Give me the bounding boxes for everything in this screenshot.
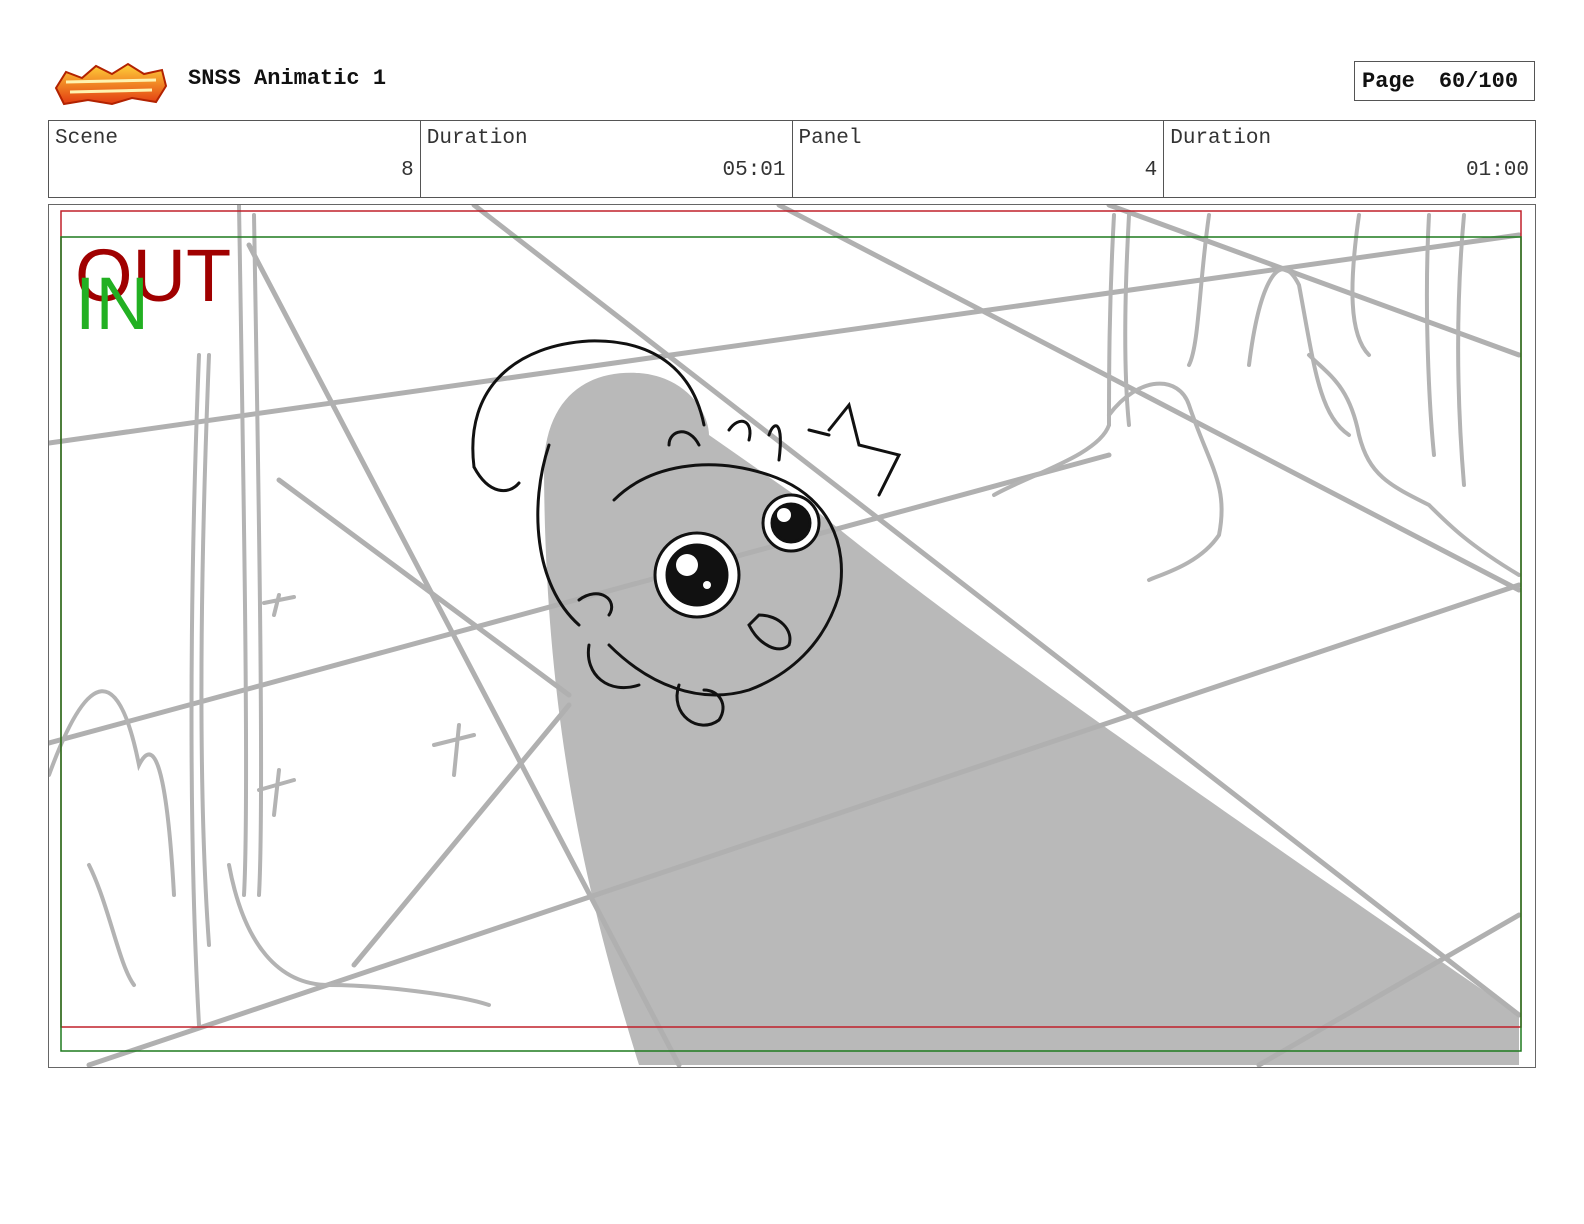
scene-value: 8: [401, 159, 414, 182]
scene-duration-cell: Duration 05:01: [421, 121, 793, 197]
panel-duration-label: Duration: [1170, 127, 1272, 150]
storyboard-panel: OUT IN: [48, 204, 1536, 1068]
panel-drawing: [49, 205, 1522, 1067]
scene-label: Scene: [55, 127, 119, 150]
panel-duration-cell: Duration 01:00: [1164, 121, 1535, 197]
show-logo-icon: [52, 58, 170, 108]
scene-info-table: Scene 8 Duration 05:01 Panel 4 Duration …: [48, 120, 1536, 198]
scene-duration-value: 05:01: [722, 159, 786, 182]
page-number: 60/100: [1438, 68, 1519, 94]
page-indicator: Page 60/100: [1354, 61, 1535, 101]
page-label: Page: [1362, 68, 1415, 94]
in-frame-label: IN: [75, 262, 149, 345]
panel-value: 4: [1144, 159, 1158, 182]
panel-duration-value: 01:00: [1465, 159, 1529, 182]
panel-label: Panel: [798, 127, 862, 150]
scene-duration-label: Duration: [426, 127, 528, 150]
panel-cell: Panel 4: [793, 121, 1165, 197]
scene-cell: Scene 8: [49, 121, 421, 197]
document-title: SNSS Animatic 1: [188, 66, 387, 91]
